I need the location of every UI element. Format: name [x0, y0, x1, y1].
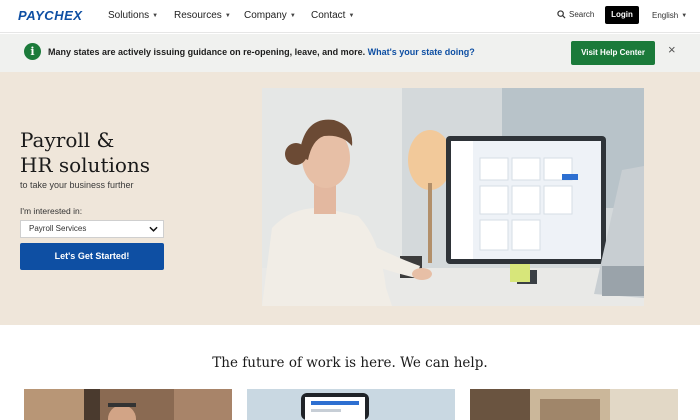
- chevron-down-icon: ▼: [348, 12, 355, 19]
- search-button[interactable]: Search: [557, 10, 594, 19]
- phone-photo: [247, 389, 455, 420]
- interest-select-value: Payroll Services: [29, 224, 87, 233]
- nav-contact[interactable]: Contact ▼: [311, 10, 354, 21]
- chevron-down-icon: ▼: [152, 12, 159, 19]
- feature-card-image[interactable]: [470, 389, 678, 420]
- team-photo: [24, 389, 232, 420]
- top-nav: PAYCHEX Solutions ▼ Resources ▼ Company …: [0, 0, 700, 33]
- alert-text: Many states are actively issuing guidanc…: [48, 47, 366, 57]
- nav-company-label: Company: [244, 10, 287, 21]
- login-button[interactable]: Login: [605, 6, 639, 24]
- language-selector[interactable]: English ▼: [652, 11, 687, 20]
- info-icon: i: [24, 43, 41, 60]
- nav-solutions-label: Solutions: [108, 10, 150, 21]
- section-tagline: The future of work is here. We can help.: [212, 355, 488, 371]
- workspace-photo: [470, 389, 678, 420]
- nav-resources[interactable]: Resources ▼: [174, 10, 231, 21]
- nav-company[interactable]: Company ▼: [244, 10, 296, 21]
- chevron-down-icon: [149, 226, 158, 232]
- paychex-logo[interactable]: PAYCHEX: [18, 8, 82, 23]
- hero-photo: [262, 88, 644, 306]
- search-label: Search: [569, 10, 595, 19]
- office-worker-illustration: [262, 88, 644, 306]
- search-icon: [557, 10, 566, 19]
- visit-help-center-button[interactable]: Visit Help Center: [571, 41, 655, 65]
- hero-title: Payroll & HR solutions: [20, 128, 190, 178]
- chevron-down-icon: ▼: [289, 12, 296, 19]
- nav-solutions[interactable]: Solutions ▼: [108, 10, 158, 21]
- hero-title-line2: HR solutions: [20, 153, 151, 177]
- get-started-button[interactable]: Let's Get Started!: [20, 243, 164, 270]
- close-icon[interactable]: ×: [668, 42, 676, 57]
- nav-contact-label: Contact: [311, 10, 346, 21]
- alert-message: Many states are actively issuing guidanc…: [48, 47, 475, 57]
- hero-subtitle: to take your business further: [20, 180, 134, 190]
- hero-title-line1: Payroll &: [20, 128, 115, 152]
- state-guidance-link[interactable]: What's your state doing?: [368, 47, 475, 57]
- feature-card-image[interactable]: [24, 389, 232, 420]
- nav-resources-label: Resources: [174, 10, 222, 21]
- interest-label: I'm interested in:: [20, 206, 83, 216]
- chevron-down-icon: ▼: [224, 12, 231, 19]
- language-label: English: [652, 11, 679, 20]
- interest-select[interactable]: Payroll Services: [20, 220, 164, 238]
- feature-card-image[interactable]: [247, 389, 455, 420]
- chevron-down-icon: ▼: [681, 12, 688, 19]
